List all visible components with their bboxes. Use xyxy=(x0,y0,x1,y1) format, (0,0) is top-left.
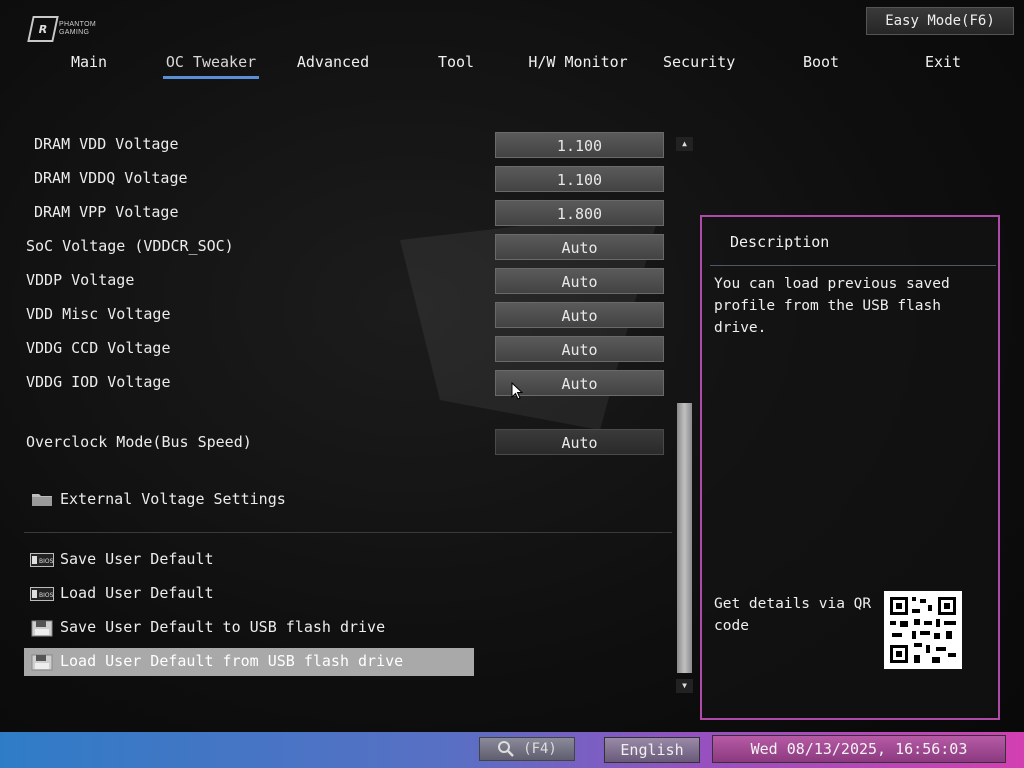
setting-label-dram-vdd[interactable]: DRAM VDD Voltage xyxy=(34,135,179,153)
description-panel: Description You can load previous saved … xyxy=(700,215,1000,720)
svg-text:BIOS: BIOS xyxy=(39,592,54,599)
usb-drive-icon xyxy=(31,654,53,671)
description-text: You can load previous saved profile from… xyxy=(714,276,950,336)
folder-icon xyxy=(32,494,52,506)
action-load-from-usb[interactable]: Load User Default from USB flash drive xyxy=(60,652,403,670)
settings-scrollbar[interactable]: ▲ ▼ xyxy=(676,137,693,693)
setting-value-soc-voltage[interactable]: Auto xyxy=(495,234,664,260)
setting-value-overclock-mode[interactable]: Auto xyxy=(495,429,664,455)
tab-tool[interactable]: Tool xyxy=(433,52,479,80)
setting-label-soc-voltage[interactable]: SoC Voltage (VDDCR_SOC) xyxy=(26,237,234,255)
search-button[interactable]: (F4) xyxy=(479,737,575,761)
submenu-external-voltage[interactable]: External Voltage Settings xyxy=(60,490,286,508)
qr-code-icon xyxy=(884,591,962,669)
action-load-user-default[interactable]: Load User Default xyxy=(60,584,214,602)
scroll-thumb[interactable] xyxy=(677,403,692,673)
setting-value-vdd-misc[interactable]: Auto xyxy=(495,302,664,328)
logo-text-line1: PHANTOM xyxy=(59,21,96,28)
bios-chip-icon: BIOS xyxy=(30,587,54,601)
bios-chip-icon: BIOS xyxy=(30,553,54,567)
logo-mark: R xyxy=(27,16,59,42)
setting-label-overclock-mode[interactable]: Overclock Mode(Bus Speed) xyxy=(26,433,252,451)
phantom-gaming-logo: R PHANTOM GAMING xyxy=(27,16,106,42)
action-save-user-default[interactable]: Save User Default xyxy=(60,550,214,568)
setting-value-dram-vdd[interactable]: 1.100 xyxy=(495,132,664,158)
active-tab-indicator xyxy=(163,76,259,79)
qr-label: Get details via QR code xyxy=(714,596,872,634)
setting-label-vddg-ccd[interactable]: VDDG CCD Voltage xyxy=(26,339,171,357)
setting-label-dram-vddq[interactable]: DRAM VDDQ Voltage xyxy=(34,169,188,187)
setting-label-dram-vpp[interactable]: DRAM VPP Voltage xyxy=(34,203,179,221)
setting-label-vddp[interactable]: VDDP Voltage xyxy=(26,271,134,289)
setting-label-vddg-iod[interactable]: VDDG IOD Voltage xyxy=(26,373,171,391)
setting-label-vdd-misc[interactable]: VDD Misc Voltage xyxy=(26,305,171,323)
setting-value-vddp[interactable]: Auto xyxy=(495,268,664,294)
tab-advanced[interactable]: Advanced xyxy=(293,52,373,80)
description-divider xyxy=(710,265,996,266)
setting-value-vddg-ccd[interactable]: Auto xyxy=(495,336,664,362)
scroll-up-arrow-icon[interactable]: ▲ xyxy=(676,137,693,151)
usb-drive-icon xyxy=(31,620,53,637)
tab-security[interactable]: Security xyxy=(663,52,735,80)
svg-text:BIOS: BIOS xyxy=(39,558,54,565)
mouse-cursor-icon xyxy=(511,382,523,400)
language-button[interactable]: English xyxy=(604,737,700,763)
datetime-display: Wed 08/13/2025, 16:56:03 xyxy=(712,735,1006,763)
tab-boot[interactable]: Boot xyxy=(798,52,844,80)
tab-exit[interactable]: Exit xyxy=(923,52,963,80)
tab-hw-monitor[interactable]: H/W Monitor xyxy=(528,52,628,80)
logo-text: PHANTOM GAMING xyxy=(59,21,96,37)
easy-mode-button[interactable]: Easy Mode(F6) xyxy=(866,7,1014,35)
action-save-to-usb[interactable]: Save User Default to USB flash drive xyxy=(60,618,385,636)
setting-value-dram-vddq[interactable]: 1.100 xyxy=(495,166,664,192)
search-shortcut: (F4) xyxy=(523,741,557,757)
setting-value-dram-vpp[interactable]: 1.800 xyxy=(495,200,664,226)
section-divider xyxy=(24,532,672,533)
logo-text-line2: GAMING xyxy=(59,29,90,36)
search-icon xyxy=(498,741,515,757)
description-title: Description xyxy=(730,233,830,251)
tab-main[interactable]: Main xyxy=(58,52,120,80)
scroll-down-arrow-icon[interactable]: ▼ xyxy=(676,679,693,693)
